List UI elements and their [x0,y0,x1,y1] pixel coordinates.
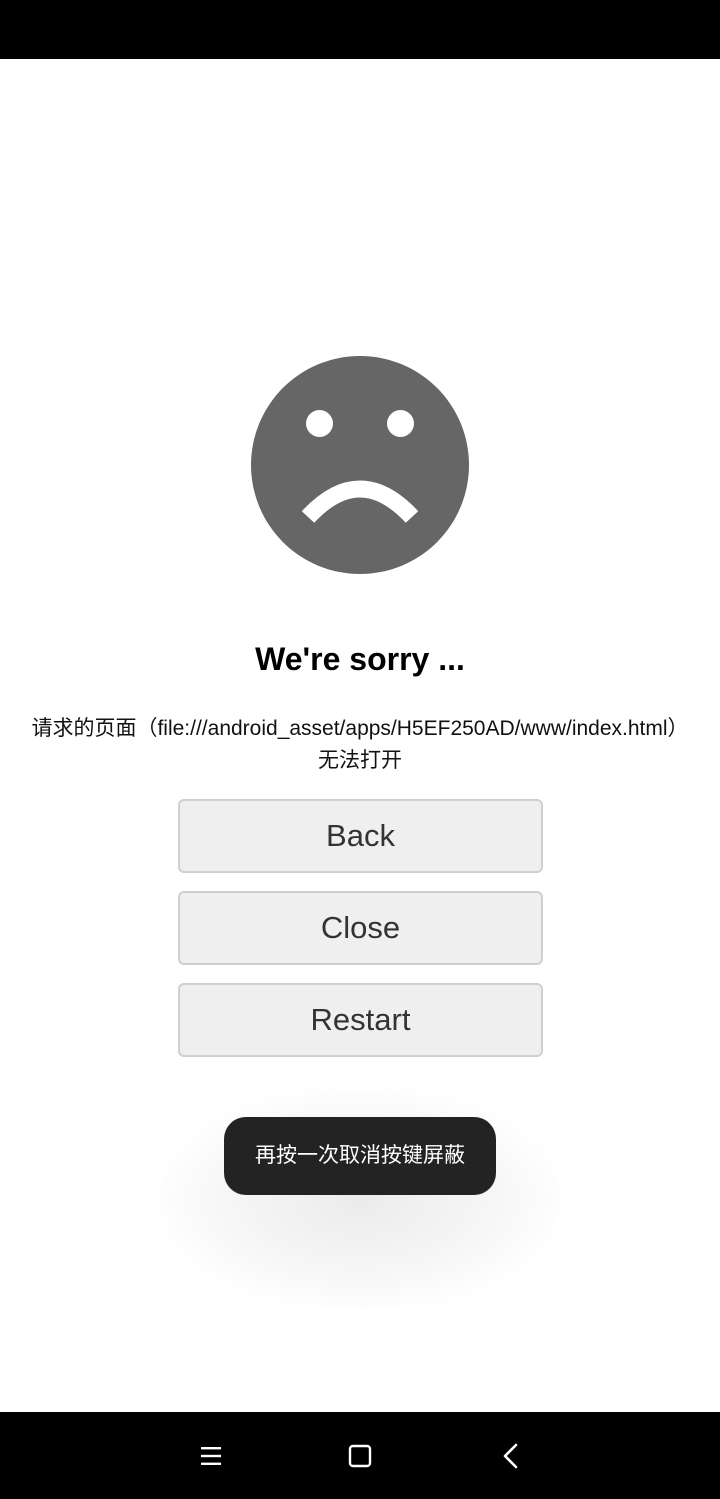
restart-button[interactable]: Restart [178,983,543,1057]
error-title: We're sorry ... [255,641,465,677]
error-page: We're sorry ... 请求的页面（file:///android_as… [0,59,720,1412]
navigation-bar [0,1412,720,1499]
home-icon[interactable] [340,1436,380,1476]
error-message-line1: 请求的页面（file:///android_asset/apps/H5EF250… [31,717,689,740]
back-button[interactable]: Back [178,799,543,873]
back-arrow-icon[interactable] [491,1436,531,1476]
error-message: 请求的页面（file:///android_asset/apps/H5EF250… [0,713,720,777]
status-bar [0,0,720,59]
sad-face-icon [251,356,469,574]
close-button[interactable]: Close [178,891,543,965]
toast-message: 再按一次取消按键屏蔽 [224,1117,496,1195]
error-message-line2: 无法打开 [318,749,402,772]
menu-icon[interactable] [191,1436,231,1476]
